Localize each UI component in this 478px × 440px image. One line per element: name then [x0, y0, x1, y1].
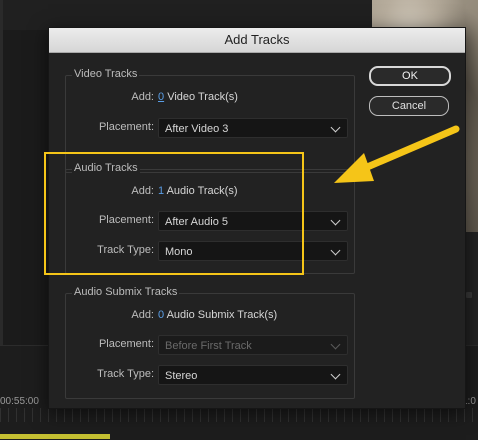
timeline-work-area-bar[interactable]	[0, 434, 110, 439]
dialog-title: Add Tracks	[49, 28, 465, 53]
ok-button[interactable]: OK	[369, 66, 451, 86]
submix-track-type-label: Track Type:	[97, 368, 154, 380]
submix-track-count-suffix: Audio Submix Track(s)	[166, 309, 278, 321]
video-track-count-field[interactable]: 0	[158, 91, 164, 103]
chevron-down-icon	[330, 245, 341, 256]
submix-track-type-value: Stereo	[165, 370, 198, 382]
video-tracks-group-label: Video Tracks	[72, 68, 140, 80]
cancel-button[interactable]: Cancel	[369, 96, 449, 116]
video-placement-label: Placement:	[98, 121, 154, 133]
background-panel-top	[0, 0, 372, 30]
submix-placement-value: Before First Track	[165, 340, 252, 352]
audio-submix-group-label: Audio Submix Tracks	[72, 286, 180, 298]
video-placement-select[interactable]: After Video 3	[158, 118, 348, 138]
submix-placement-label: Placement:	[98, 338, 154, 350]
annotation-highlight-box	[44, 152, 304, 275]
video-placement-value: After Video 3	[165, 123, 229, 135]
video-placement-row: Placement: After Video 3	[66, 118, 354, 138]
arrow-annotation-icon	[334, 125, 460, 183]
submix-add-label: Add:	[131, 309, 154, 321]
video-add-row: Add: 0 Video Track(s)	[66, 88, 354, 108]
chevron-down-icon	[330, 369, 341, 380]
submix-placement-select: Before First Track	[158, 335, 348, 355]
submix-add-row: Add: 0 Audio Submix Track(s)	[66, 306, 354, 326]
video-add-line: 0 Video Track(s)	[158, 91, 238, 103]
chevron-down-icon	[330, 215, 341, 226]
submix-track-type-row: Track Type: Stereo	[66, 365, 354, 385]
timeline-scroll-handle[interactable]	[466, 292, 472, 298]
submix-add-line: 0 Audio Submix Track(s)	[158, 309, 277, 321]
video-add-label: Add:	[131, 91, 154, 103]
chevron-down-icon	[330, 339, 341, 350]
timeline-ruler[interactable]	[0, 408, 478, 422]
submix-track-type-select[interactable]: Stereo	[158, 365, 348, 385]
video-track-count-suffix: Video Track(s)	[167, 91, 238, 103]
submix-placement-row: Placement: Before First Track	[66, 335, 354, 355]
audio-submix-tracks-group: Audio Submix Tracks Add: 0 Audio Submix …	[65, 286, 355, 399]
timeline-timecode-left: 00:55:00	[0, 396, 39, 407]
submix-track-count-field[interactable]: 0	[158, 309, 164, 321]
